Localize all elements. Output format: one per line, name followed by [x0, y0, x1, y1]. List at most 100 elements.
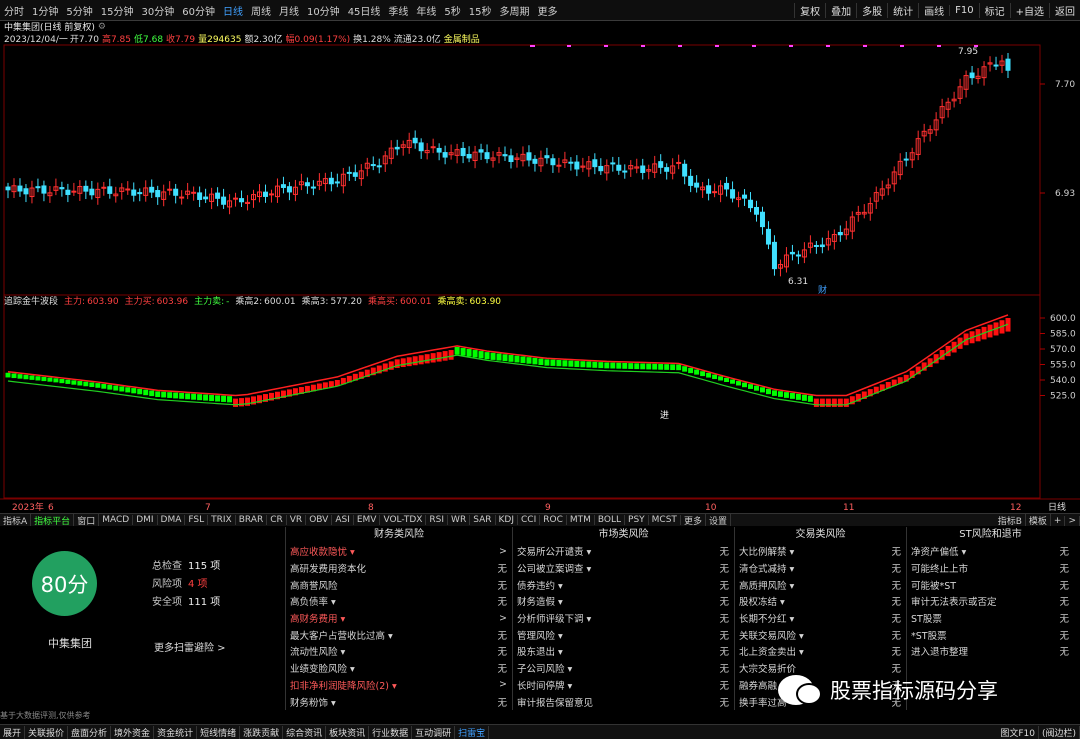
chart-area[interactable]: 7.95 6.31 财 进 7.70 6.93 600.0 585.0 570.0 555.0… — [0, 0, 1080, 513]
risk-item[interactable]: 公司被立案调查 ▾ 无 — [513, 560, 734, 577]
risk-item[interactable]: 财务粉饰 ▾ 无 — [286, 693, 512, 710]
signal-dot — [643, 45, 645, 47]
bottom-tab-6[interactable]: 涨跌贡献 — [240, 725, 284, 739]
indicator-tab-16[interactable]: WR — [448, 515, 471, 525]
risk-item-label: 长期不分红 ▾ — [739, 614, 795, 626]
risk-item[interactable]: 交易所公开谴责 ▾ 无 — [513, 543, 734, 560]
bottom-tab-2[interactable]: 盘面分析 — [68, 725, 112, 739]
risk-item[interactable]: 可能终止上市 无 — [907, 560, 1074, 577]
indicator-tab-18[interactable]: KDJ — [496, 515, 518, 525]
risk-item[interactable]: 高应收款隐忧 ▾ > — [286, 543, 512, 560]
indicator-tab-23[interactable]: PSY — [625, 515, 649, 525]
candle-body — [993, 64, 999, 67]
risk-item[interactable]: 扣非净利润陡降风险(2) ▾ > — [286, 677, 512, 694]
more-scan-link[interactable]: 更多扫雷避险 > — [154, 639, 226, 654]
risk-item[interactable]: *ST股票 无 — [907, 626, 1074, 643]
indicator-tab-7[interactable]: TRIX — [208, 515, 236, 525]
risk-item[interactable]: 财务造假 ▾ 无 — [513, 593, 734, 610]
bottom-tab-10[interactable]: 互动调研 — [412, 725, 456, 739]
indicator-tab-15[interactable]: RSI — [426, 515, 449, 525]
risk-item[interactable]: 业绩变脸风险 ▾ 无 — [286, 660, 512, 677]
risk-item[interactable]: 高商誉风险 无 — [286, 576, 512, 593]
risk-item[interactable]: 高负债率 ▾ 无 — [286, 593, 512, 610]
candle-body — [376, 165, 382, 168]
indicator-bar — [574, 360, 580, 367]
risk-item[interactable]: 股东退出 ▾ 无 — [513, 643, 734, 660]
risk-item[interactable]: 审计报告保留意见 无 — [513, 693, 734, 710]
risk-item[interactable]: 长时间停牌 ▾ 无 — [513, 677, 734, 694]
indicator-legend-part-14: 603.90 — [470, 297, 502, 307]
risk-item[interactable]: 净资产偏低 ▾ 无 — [907, 543, 1074, 560]
tabs-right-2[interactable]: + — [1051, 515, 1066, 526]
risk-item[interactable]: 股权冻结 ▾ 无 — [735, 593, 906, 610]
risk-item[interactable]: 长期不分红 ▾ 无 — [735, 610, 906, 627]
indicator-tab-13[interactable]: EMV — [354, 515, 381, 525]
indicator-bar — [478, 351, 484, 359]
indicator-tab-17[interactable]: SAR — [470, 515, 496, 525]
risk-item[interactable]: 关联交易风险 ▾ 无 — [735, 626, 906, 643]
risk-item[interactable]: 审计无法表示或否定 无 — [907, 593, 1074, 610]
indicator-tab-14[interactable]: VOL-TDX — [380, 515, 427, 525]
tabs-right-0[interactable]: 指标B — [995, 514, 1026, 526]
risk-item[interactable]: 大比例解禁 ▾ 无 — [735, 543, 906, 560]
bottom-tab-0[interactable]: 展开 — [0, 725, 26, 739]
bottom-tab-3[interactable]: 境外资金 — [111, 725, 155, 739]
risk-item[interactable]: 子公司风险 ▾ 无 — [513, 660, 734, 677]
watermark-text: 股票指标源码分享 — [830, 679, 998, 703]
indicator-tab-24[interactable]: MCST — [649, 515, 681, 525]
risk-item[interactable]: 分析师评级下调 ▾ 无 — [513, 610, 734, 627]
risk-item[interactable]: 进入退市整理 无 — [907, 643, 1074, 660]
indicator-tab-1[interactable]: 指标平台 — [31, 514, 75, 526]
bottom-right-0[interactable]: 图文F10 — [997, 726, 1039, 739]
risk-column-title: ST风险和退市 — [959, 529, 1022, 540]
bottom-tab-5[interactable]: 短线情绪 — [197, 725, 241, 739]
indicator-tab-22[interactable]: BOLL — [595, 515, 626, 525]
bottom-tab-8[interactable]: 板块资讯 — [326, 725, 370, 739]
tabs-right-3[interactable]: > — [1065, 515, 1080, 526]
risk-item[interactable]: 债券违约 ▾ 无 — [513, 576, 734, 593]
indicator-tab-5[interactable]: DMA — [158, 515, 186, 525]
price-pane-frame — [3, 44, 1041, 296]
indicator-tab-2[interactable]: 窗口 — [74, 514, 100, 526]
indicator-tab-21[interactable]: MTM — [567, 515, 595, 525]
bottom-tab-9[interactable]: 行业数据 — [369, 725, 413, 739]
indicator-tab-26[interactable]: 设置 — [706, 514, 731, 526]
bottom-tab-7[interactable]: 综合资讯 — [283, 725, 327, 739]
risk-item[interactable]: 可能被*ST 无 — [907, 576, 1074, 593]
high-label: 7.95 — [958, 47, 978, 57]
risk-item[interactable]: 高质押风险 ▾ 无 — [735, 576, 906, 593]
indicator-bar — [173, 392, 179, 399]
disclaimer: 基于大数据评测,仅供参考 — [0, 711, 91, 720]
indicator-tab-6[interactable]: FSL — [185, 515, 209, 525]
indicator-tick-1: 585.0 — [1050, 330, 1076, 340]
indicator-tab-25[interactable]: 更多 — [681, 514, 706, 526]
risk-item[interactable]: 管理风险 ▾ 无 — [513, 626, 734, 643]
bottom-tab-1[interactable]: 关联报价 — [25, 725, 69, 739]
indicator-tab-11[interactable]: OBV — [306, 515, 333, 525]
risk-item-label: *ST股票 — [911, 630, 947, 642]
indicator-tab-10[interactable]: VR — [287, 515, 307, 525]
bottom-right-1[interactable]: (阀边栏) — [1039, 726, 1080, 739]
risk-item[interactable]: ST股票 无 — [907, 610, 1074, 627]
tabs-right-1[interactable]: 模板 — [1026, 514, 1051, 526]
indicator-tab-9[interactable]: CR — [267, 515, 287, 525]
risk-item[interactable]: 最大客户占营收比过高 ▾ 无 — [286, 626, 512, 643]
indicator-tick-0: 600.0 — [1050, 314, 1076, 324]
candle-body — [789, 251, 795, 255]
risk-item[interactable]: 北上资金卖出 ▾ 无 — [735, 643, 906, 660]
risk-item[interactable]: 高研发费用资本化 无 — [286, 560, 512, 577]
indicator-tab-19[interactable]: CCI — [518, 515, 541, 525]
risk-item[interactable]: 流动性风险 ▾ 无 — [286, 643, 512, 660]
indicator-tab-3[interactable]: MACD — [99, 515, 134, 525]
risk-item[interactable]: 清仓式减持 ▾ 无 — [735, 560, 906, 577]
indicator-tab-4[interactable]: DMI — [133, 515, 158, 525]
bottom-tab-4[interactable]: 资金统计 — [154, 725, 198, 739]
indicator-tab-20[interactable]: ROC — [540, 515, 567, 525]
indicator-tab-0[interactable]: 指标A — [0, 514, 32, 526]
bottom-tab-11[interactable]: 扫雷宝 — [455, 725, 490, 739]
candle-body — [352, 172, 358, 177]
indicator-tab-12[interactable]: ASI — [332, 515, 354, 525]
indicator-tab-8[interactable]: BRAR — [236, 515, 268, 525]
candle-body — [610, 162, 616, 165]
risk-item[interactable]: 高财务费用 ▾ > — [286, 610, 512, 627]
